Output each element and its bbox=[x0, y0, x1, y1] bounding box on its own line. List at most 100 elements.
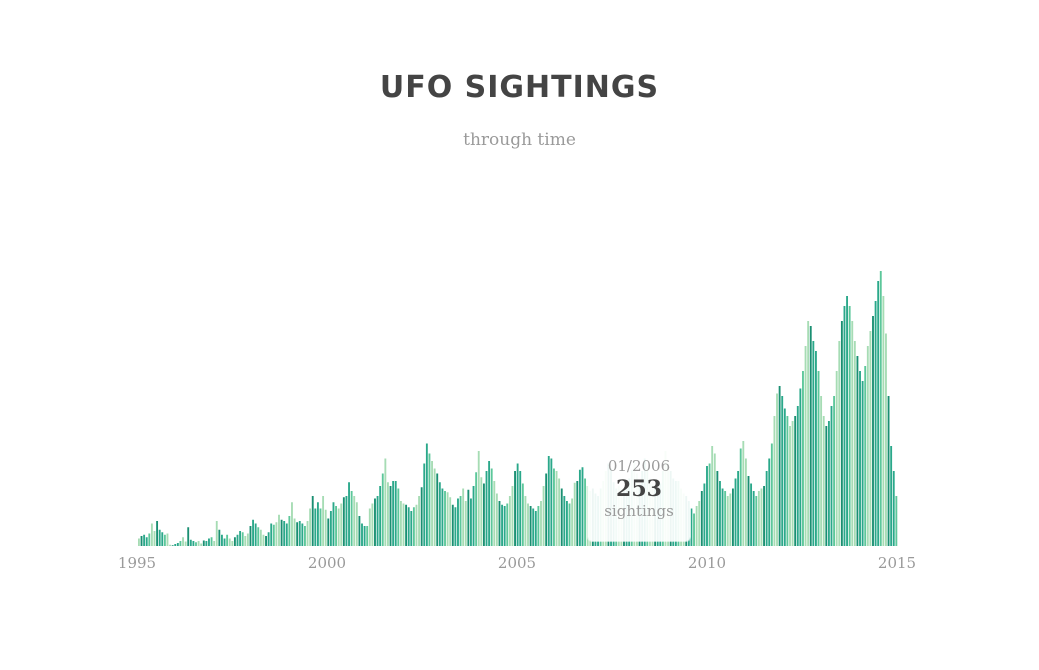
bar[interactable] bbox=[757, 491, 760, 546]
bar[interactable] bbox=[768, 458, 771, 547]
bar[interactable] bbox=[555, 471, 558, 546]
bar[interactable] bbox=[501, 504, 504, 546]
bar[interactable] bbox=[498, 501, 501, 546]
bar[interactable] bbox=[150, 523, 153, 547]
bar[interactable] bbox=[355, 502, 358, 546]
bar[interactable] bbox=[516, 463, 519, 547]
bar[interactable] bbox=[441, 488, 444, 547]
bar[interactable] bbox=[563, 496, 566, 546]
bar[interactable] bbox=[291, 502, 293, 546]
bar[interactable] bbox=[490, 468, 493, 547]
bar[interactable] bbox=[726, 496, 729, 546]
bar[interactable] bbox=[853, 341, 856, 546]
bar[interactable] bbox=[571, 498, 574, 547]
bar[interactable] bbox=[384, 458, 387, 547]
bar[interactable] bbox=[233, 537, 236, 546]
bar[interactable] bbox=[278, 514, 280, 546]
bar[interactable] bbox=[368, 508, 371, 547]
bar[interactable] bbox=[542, 486, 545, 546]
bar[interactable] bbox=[451, 504, 454, 546]
bar[interactable] bbox=[482, 483, 485, 547]
bar[interactable] bbox=[171, 545, 174, 546]
bar[interactable] bbox=[475, 472, 478, 546]
bar[interactable] bbox=[706, 466, 708, 546]
bar[interactable] bbox=[438, 482, 441, 546]
bar[interactable] bbox=[856, 356, 859, 546]
bar[interactable] bbox=[843, 306, 846, 546]
bar[interactable] bbox=[724, 491, 727, 546]
bar[interactable] bbox=[298, 521, 301, 546]
bar[interactable] bbox=[807, 321, 810, 546]
bar[interactable] bbox=[374, 498, 376, 547]
bar[interactable] bbox=[462, 488, 465, 547]
bar[interactable] bbox=[521, 483, 524, 547]
bar[interactable] bbox=[184, 541, 187, 547]
bar[interactable] bbox=[236, 534, 239, 546]
bar[interactable] bbox=[392, 481, 395, 546]
bar[interactable] bbox=[817, 371, 820, 546]
bar[interactable] bbox=[708, 463, 711, 547]
bar[interactable] bbox=[700, 491, 703, 546]
bar[interactable] bbox=[353, 496, 356, 546]
bar[interactable] bbox=[532, 508, 535, 547]
bar[interactable] bbox=[200, 543, 203, 547]
bar[interactable] bbox=[444, 491, 446, 546]
bar[interactable] bbox=[890, 446, 893, 546]
bar[interactable] bbox=[781, 396, 784, 546]
bar[interactable] bbox=[145, 537, 148, 546]
bar[interactable] bbox=[477, 451, 480, 546]
bar[interactable] bbox=[879, 271, 882, 546]
bar[interactable] bbox=[874, 301, 877, 546]
bar[interactable] bbox=[581, 467, 584, 546]
bar[interactable] bbox=[192, 541, 195, 546]
bar[interactable] bbox=[306, 521, 309, 546]
bar[interactable] bbox=[166, 533, 169, 547]
bar[interactable] bbox=[713, 453, 716, 547]
bar[interactable] bbox=[348, 482, 350, 546]
bar[interactable] bbox=[153, 531, 156, 546]
bar[interactable] bbox=[412, 507, 415, 546]
bar[interactable] bbox=[716, 471, 719, 546]
bar[interactable] bbox=[815, 351, 817, 546]
bar[interactable] bbox=[747, 476, 750, 546]
bar[interactable] bbox=[257, 527, 260, 546]
bar[interactable] bbox=[311, 496, 314, 546]
bar[interactable] bbox=[877, 281, 880, 546]
bar[interactable] bbox=[405, 504, 408, 546]
bar[interactable] bbox=[472, 486, 475, 546]
bar[interactable] bbox=[223, 538, 226, 547]
bar[interactable] bbox=[495, 493, 498, 547]
bar[interactable] bbox=[397, 488, 400, 547]
bar[interactable] bbox=[508, 496, 511, 546]
bar[interactable] bbox=[335, 506, 337, 546]
bar[interactable] bbox=[304, 526, 306, 546]
bar[interactable] bbox=[840, 321, 843, 546]
bar[interactable] bbox=[446, 492, 449, 546]
bar[interactable] bbox=[493, 481, 496, 546]
bar[interactable] bbox=[314, 508, 317, 547]
bar[interactable] bbox=[560, 488, 563, 547]
bar[interactable] bbox=[366, 526, 369, 546]
bar[interactable] bbox=[301, 523, 304, 547]
bar[interactable] bbox=[213, 541, 216, 546]
bar[interactable] bbox=[399, 501, 402, 546]
bar[interactable] bbox=[693, 513, 695, 547]
bar[interactable] bbox=[719, 481, 721, 546]
bar[interactable] bbox=[407, 507, 410, 546]
bar[interactable] bbox=[729, 493, 732, 547]
bar[interactable] bbox=[249, 526, 252, 546]
bar[interactable] bbox=[573, 482, 576, 546]
bar[interactable] bbox=[218, 529, 221, 546]
bar[interactable] bbox=[252, 519, 254, 546]
bar[interactable] bbox=[197, 541, 200, 546]
bar[interactable] bbox=[267, 532, 270, 546]
bar[interactable] bbox=[254, 523, 257, 547]
bar[interactable] bbox=[431, 461, 433, 546]
bar[interactable] bbox=[457, 498, 459, 547]
bar[interactable] bbox=[241, 532, 244, 546]
bar[interactable] bbox=[272, 524, 275, 546]
bar[interactable] bbox=[550, 458, 553, 547]
bar[interactable] bbox=[420, 487, 423, 546]
bar[interactable] bbox=[534, 511, 537, 546]
bar[interactable] bbox=[796, 406, 799, 546]
